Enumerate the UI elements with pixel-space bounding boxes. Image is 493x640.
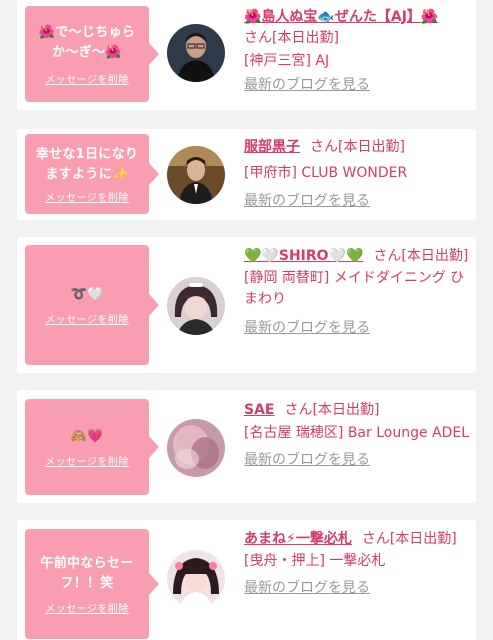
latest-blog-link[interactable]: 最新のブログを見る <box>244 75 472 96</box>
cast-avatar[interactable] <box>167 550 225 608</box>
shop-name[interactable]: [甲府市] CLUB WONDER <box>244 163 472 184</box>
message-bubble: 🌺で〜じちゅらか〜ぎ〜🌺 メッセージを削除 <box>25 6 159 102</box>
latest-blog-link[interactable]: 最新のブログを見る <box>244 191 472 212</box>
message-text: 午前中ならセーフ！！笑 <box>40 555 134 591</box>
message-bubble: 🙈💗 メッセージを削除 <box>25 399 159 495</box>
shop-name[interactable]: [曳舟・押上] 一撃必札 <box>244 551 472 572</box>
latest-blog-link[interactable]: 最新のブログを見る <box>244 450 472 471</box>
cast-status: さん[本日出勤] <box>244 30 339 46</box>
cast-name-link[interactable]: SAE <box>244 402 274 418</box>
shop-name[interactable]: [静岡 両替町] メイドダイニング ひまわり <box>244 268 472 310</box>
cast-avatar[interactable] <box>167 277 225 335</box>
message-bubble: ➰🤍 メッセージを削除 <box>25 245 159 365</box>
shop-name[interactable]: [神戸三宮] AJ <box>244 51 472 72</box>
cast-avatar[interactable] <box>167 419 225 477</box>
message-text: 🙈💗 <box>70 428 104 444</box>
cast-status: さん[本日出勤] <box>284 402 380 418</box>
message-card: ➰🤍 メッセージを削除 💚🤍SHIRO🤍💚 さん[本日出勤] [静岡 両替町] メ… <box>17 237 476 373</box>
delete-message-link[interactable]: メッセージを削除 <box>45 71 129 86</box>
cast-avatar[interactable] <box>167 24 225 82</box>
message-bubble: 午前中ならセーフ！！笑 メッセージを削除 <box>25 529 159 639</box>
message-text: 🌺で〜じちゅらか〜ぎ〜🌺 <box>38 24 136 60</box>
message-text: ➰🤍 <box>70 286 104 302</box>
cast-name-link[interactable]: 💚🤍SHIRO🤍💚 <box>244 248 363 264</box>
message-card: 🌺で〜じちゅらか〜ぎ〜🌺 メッセージを削除 🌺島人ぬ宝🐟ぜんた【AJ】🌺 さん[… <box>17 0 476 110</box>
message-card: 🙈💗 メッセージを削除 SAE さん[本日出勤] [名古屋 瑞穂区] Bar Lo… <box>17 390 476 503</box>
cast-avatar[interactable] <box>167 146 225 204</box>
message-card: 午前中ならセーフ！！笑 メッセージを削除 あまね⚡一撃必札 さん[本日出勤] [曳… <box>17 520 476 640</box>
latest-blog-link[interactable]: 最新のブログを見る <box>244 318 472 339</box>
delete-message-link[interactable]: メッセージを削除 <box>45 600 129 615</box>
cast-status: さん[本日出勤] <box>373 248 469 264</box>
delete-message-link[interactable]: メッセージを削除 <box>45 189 129 204</box>
delete-message-link[interactable]: メッセージを削除 <box>45 311 129 326</box>
shop-name[interactable]: [名古屋 瑞穂区] Bar Lounge ADEL <box>244 423 472 444</box>
cast-status: さん[本日出勤] <box>361 531 457 547</box>
latest-blog-link[interactable]: 最新のブログを見る <box>244 578 472 599</box>
cast-name-link[interactable]: 服部黒子 <box>244 139 300 155</box>
message-bubble: 幸せな1日になりますように✨ メッセージを削除 <box>25 134 159 214</box>
delete-message-link[interactable]: メッセージを削除 <box>45 453 129 468</box>
cast-name-link[interactable]: あまね⚡一撃必札 <box>244 531 352 547</box>
cast-status: さん[本日出勤] <box>310 139 405 155</box>
cast-name-link[interactable]: 🌺島人ぬ宝🐟ぜんた【AJ】🌺 <box>244 9 438 25</box>
message-card: 幸せな1日になりますように✨ メッセージを削除 服部黒子 さん[本日出勤] [甲府… <box>17 129 476 220</box>
message-text: 幸せな1日になりますように✨ <box>35 146 139 182</box>
